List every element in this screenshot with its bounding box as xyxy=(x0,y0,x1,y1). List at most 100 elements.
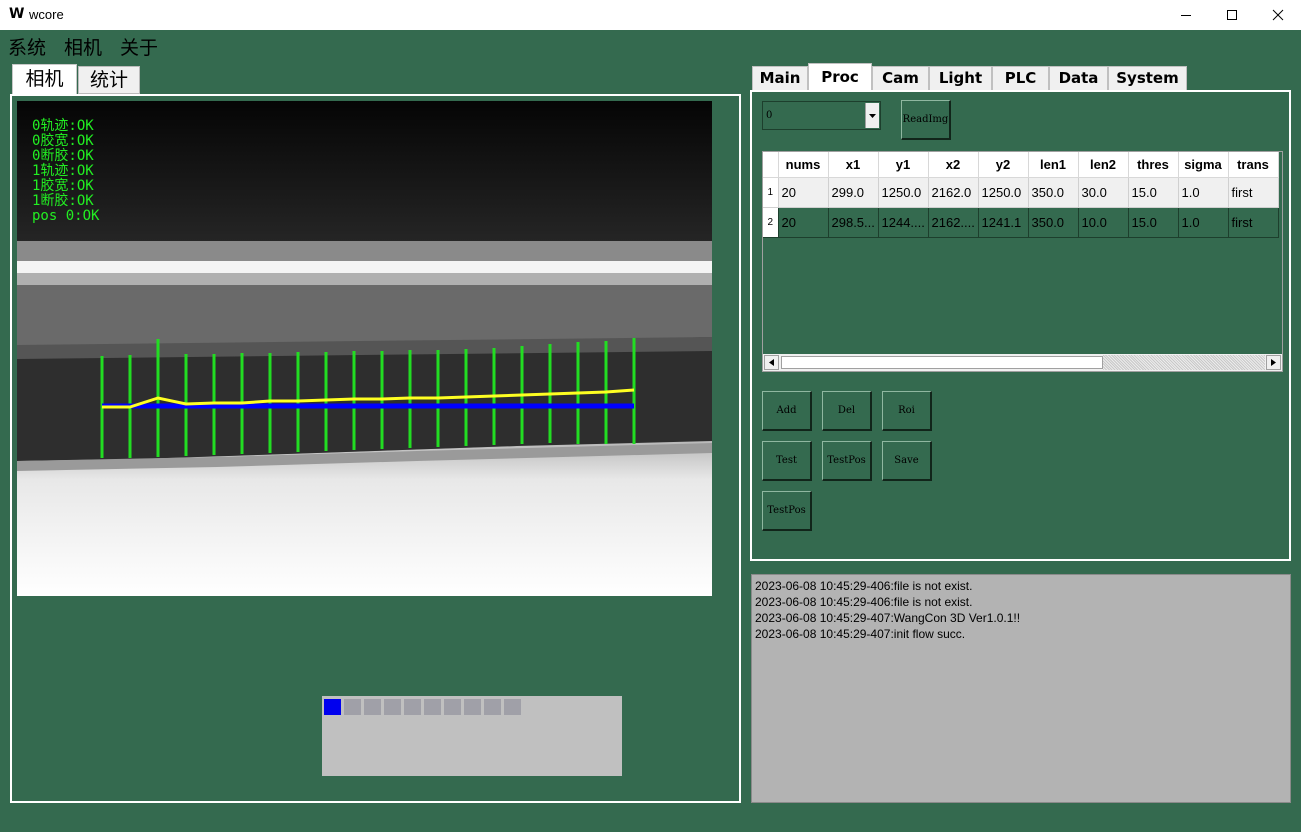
table-cell[interactable]: 1.0 xyxy=(1178,177,1229,208)
table-cell[interactable]: 2162.0 xyxy=(928,177,979,208)
thumbnail-8[interactable] xyxy=(464,699,481,715)
window-title: wcore xyxy=(29,7,64,22)
tab-system[interactable]: System xyxy=(1108,66,1187,91)
status-line: 1胶宽:OK xyxy=(32,178,94,194)
table-cell[interactable]: first xyxy=(1228,177,1279,208)
column-header[interactable]: y1 xyxy=(878,152,929,178)
table-cell[interactable]: 20 xyxy=(778,177,829,208)
table-cell[interactable]: 10.0 xyxy=(1078,207,1129,238)
scroll-left-icon[interactable] xyxy=(764,355,779,370)
column-header[interactable]: nums xyxy=(778,152,829,178)
column-header[interactable]: y2 xyxy=(978,152,1029,178)
table-cell[interactable]: 1.0 xyxy=(1178,207,1229,238)
title-bar: W wcore xyxy=(0,0,1301,30)
thumbnail-9[interactable] xyxy=(484,699,501,715)
app-logo: W xyxy=(9,6,25,22)
status-line: 0胶宽:OK xyxy=(32,133,94,149)
column-header[interactable]: sigma xyxy=(1178,152,1229,178)
tab-camera[interactable]: 相机 xyxy=(12,64,77,94)
status-line: pos 0:OK xyxy=(32,208,100,224)
menu-camera[interactable]: 相机 xyxy=(64,33,102,60)
row-header[interactable]: 2 xyxy=(763,207,779,238)
table-cell[interactable]: 1244.... xyxy=(878,207,929,238)
tab-statistics[interactable]: 统计 xyxy=(78,66,140,94)
camera-view: 0轨迹:OK 0胶宽:OK 0断胶:OK 1轨迹:OK 1胶宽:OK 1断胶:O… xyxy=(17,101,712,596)
tab-proc[interactable]: Proc xyxy=(808,63,872,92)
minimize-icon xyxy=(1181,15,1191,16)
thumbnail-4[interactable] xyxy=(384,699,401,715)
table-cell[interactable]: 15.0 xyxy=(1128,207,1179,238)
table-cell[interactable]: 15.0 xyxy=(1128,177,1179,208)
test-button[interactable]: Test xyxy=(762,441,812,481)
horizontal-scrollbar[interactable] xyxy=(763,354,1282,371)
status-line: 1断胶:OK xyxy=(32,193,94,209)
thumbnail-3[interactable] xyxy=(364,699,381,715)
status-line: 0轨迹:OK xyxy=(32,118,94,134)
column-header[interactable]: x1 xyxy=(828,152,879,178)
tab-light[interactable]: Light xyxy=(929,66,992,91)
log-output[interactable]: 2023-06-08 10:45:29-406:file is not exis… xyxy=(751,574,1291,803)
test-pos-button-2[interactable]: TestPos xyxy=(762,491,812,531)
tab-main[interactable]: Main xyxy=(752,66,808,91)
column-header[interactable]: len2 xyxy=(1078,152,1129,178)
thumbnail-10[interactable] xyxy=(504,699,521,715)
close-button[interactable] xyxy=(1255,0,1301,30)
table-cell[interactable]: 298.5... xyxy=(828,207,879,238)
table-cell[interactable]: 2162.... xyxy=(928,207,979,238)
test-pos-button[interactable]: TestPos xyxy=(822,441,872,481)
table-header: nums x1 y1 x2 y2 len1 len2 thres sigma t… xyxy=(763,152,1279,178)
minimize-button[interactable] xyxy=(1163,0,1209,30)
param-table: nums x1 y1 x2 y2 len1 len2 thres sigma t… xyxy=(762,151,1283,372)
corner-cell xyxy=(763,152,779,178)
add-button[interactable]: Add xyxy=(762,391,812,431)
close-icon xyxy=(1272,9,1284,21)
save-button[interactable]: Save xyxy=(882,441,932,481)
log-line: 2023-06-08 10:45:29-407:WangCon 3D Ver1.… xyxy=(755,611,1021,625)
scrollbar-track[interactable] xyxy=(1103,355,1265,370)
table-cell[interactable]: 20 xyxy=(778,207,829,238)
maximize-icon xyxy=(1227,10,1237,20)
table-cell[interactable]: 299.0 xyxy=(828,177,879,208)
table-row[interactable]: 1 20 299.0 1250.0 2162.0 1250.0 350.0 30… xyxy=(763,177,1279,208)
log-line: 2023-06-08 10:45:29-407:init flow succ. xyxy=(755,627,966,641)
camera-index-value: 0 xyxy=(766,110,773,121)
table-cell[interactable]: first xyxy=(1228,207,1279,238)
thumbnail-7[interactable] xyxy=(444,699,461,715)
read-image-button[interactable]: ReadImg xyxy=(901,100,951,140)
camera-image xyxy=(17,101,712,596)
scroll-right-icon[interactable] xyxy=(1266,355,1281,370)
thumbnail-5[interactable] xyxy=(404,699,421,715)
column-header[interactable]: len1 xyxy=(1028,152,1079,178)
scrollbar-thumb[interactable] xyxy=(781,356,1103,369)
status-line: 1轨迹:OK xyxy=(32,163,94,179)
thumbnail-1[interactable] xyxy=(324,699,341,715)
table-cell[interactable]: 1241.1 xyxy=(978,207,1029,238)
table-cell[interactable]: 350.0 xyxy=(1028,207,1079,238)
row-header[interactable]: 1 xyxy=(763,177,779,208)
delete-button[interactable]: Del xyxy=(822,391,872,431)
table-cell[interactable]: 1250.0 xyxy=(878,177,929,208)
tab-plc[interactable]: PLC xyxy=(992,66,1049,91)
status-line: 0断胶:OK xyxy=(32,148,94,164)
log-line: 2023-06-08 10:45:29-406:file is not exis… xyxy=(755,595,973,609)
menu-about[interactable]: 关于 xyxy=(120,33,158,60)
column-header[interactable]: trans xyxy=(1228,152,1279,178)
log-line: 2023-06-08 10:45:29-406:file is not exis… xyxy=(755,579,973,593)
camera-index-select[interactable]: 0 xyxy=(762,101,881,130)
table-row[interactable]: 2 20 298.5... 1244.... 2162.... 1241.1 3… xyxy=(763,207,1279,238)
thumbnail-strip xyxy=(322,696,622,776)
thumbnail-2[interactable] xyxy=(344,699,361,715)
tab-data[interactable]: Data xyxy=(1049,66,1108,91)
status-overlay: 0轨迹:OK 0胶宽:OK 0断胶:OK 1轨迹:OK 1胶宽:OK 1断胶:O… xyxy=(32,119,99,224)
column-header[interactable]: x2 xyxy=(928,152,979,178)
table-cell[interactable]: 350.0 xyxy=(1028,177,1079,208)
menu-system[interactable]: 系统 xyxy=(8,33,46,60)
chevron-down-icon[interactable] xyxy=(865,103,879,128)
table-cell[interactable]: 1250.0 xyxy=(978,177,1029,208)
tab-cam[interactable]: Cam xyxy=(872,66,929,91)
maximize-button[interactable] xyxy=(1209,0,1255,30)
roi-button[interactable]: Roi xyxy=(882,391,932,431)
table-cell[interactable]: 30.0 xyxy=(1078,177,1129,208)
thumbnail-6[interactable] xyxy=(424,699,441,715)
column-header[interactable]: thres xyxy=(1128,152,1179,178)
